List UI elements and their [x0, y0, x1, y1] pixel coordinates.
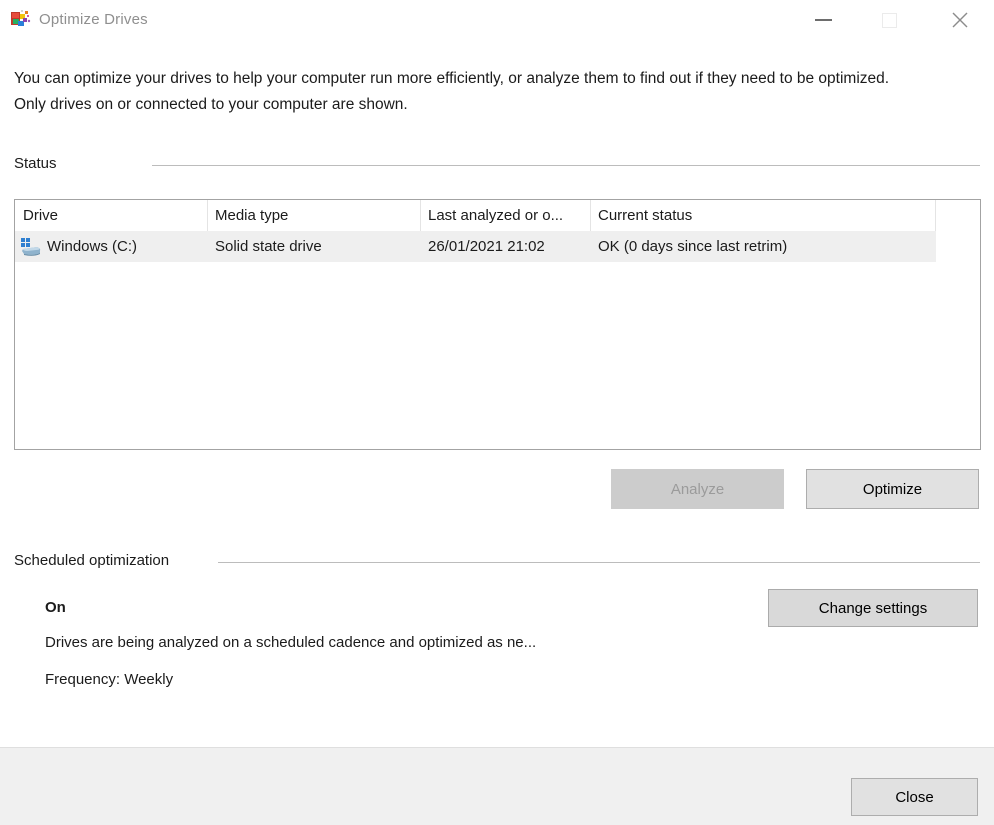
- drive-name: Windows (C:): [47, 238, 137, 255]
- drives-list-header: Drive Media type Last analyzed or o... C…: [15, 200, 980, 231]
- optimize-drives-window: Optimize Drives You can optimize your dr…: [0, 0, 994, 825]
- change-settings-button[interactable]: Change settings: [768, 589, 978, 627]
- scheduled-section-label: Scheduled optimization: [14, 552, 169, 569]
- dialog-description: You can optimize your drives to help you…: [14, 66, 920, 118]
- cell-media-type: Solid state drive: [208, 231, 421, 262]
- minimize-icon: [815, 19, 832, 21]
- dialog-footer: Close: [0, 747, 994, 825]
- scheduled-section-divider: [218, 562, 980, 563]
- scheduled-description: Drives are being analyzed on a scheduled…: [45, 634, 536, 651]
- title-bar: Optimize Drives: [0, 0, 994, 42]
- close-icon: [951, 11, 969, 29]
- minimize-button[interactable]: [800, 0, 846, 40]
- column-header-filler: [936, 200, 980, 231]
- cell-drive: Windows (C:): [15, 231, 208, 262]
- drives-list: Drive Media type Last analyzed or o... C…: [14, 199, 981, 450]
- window-title: Optimize Drives: [39, 11, 148, 28]
- scheduled-frequency: Frequency: Weekly: [45, 671, 173, 688]
- column-header-current-status[interactable]: Current status: [591, 200, 936, 231]
- column-header-last-analyzed[interactable]: Last analyzed or o...: [421, 200, 591, 231]
- maximize-button: [866, 0, 912, 40]
- status-section-divider: [152, 165, 980, 166]
- defrag-app-icon: [10, 9, 32, 31]
- cell-filler: [936, 231, 980, 262]
- table-row-windows-c[interactable]: Windows (C:) Solid state drive 26/01/202…: [15, 231, 980, 262]
- close-button[interactable]: Close: [851, 778, 978, 816]
- windows-drive-icon: [20, 237, 42, 257]
- status-section-label: Status: [14, 155, 57, 172]
- close-window-button[interactable]: [937, 0, 983, 40]
- maximize-icon: [882, 13, 897, 28]
- column-header-media-type[interactable]: Media type: [208, 200, 421, 231]
- optimize-button[interactable]: Optimize: [806, 469, 979, 509]
- scheduled-state: On: [45, 599, 66, 616]
- analyze-button[interactable]: Analyze: [611, 469, 784, 509]
- column-header-drive[interactable]: Drive: [15, 200, 208, 231]
- cell-current-status: OK (0 days since last retrim): [591, 231, 936, 262]
- cell-last-analyzed: 26/01/2021 21:02: [421, 231, 591, 262]
